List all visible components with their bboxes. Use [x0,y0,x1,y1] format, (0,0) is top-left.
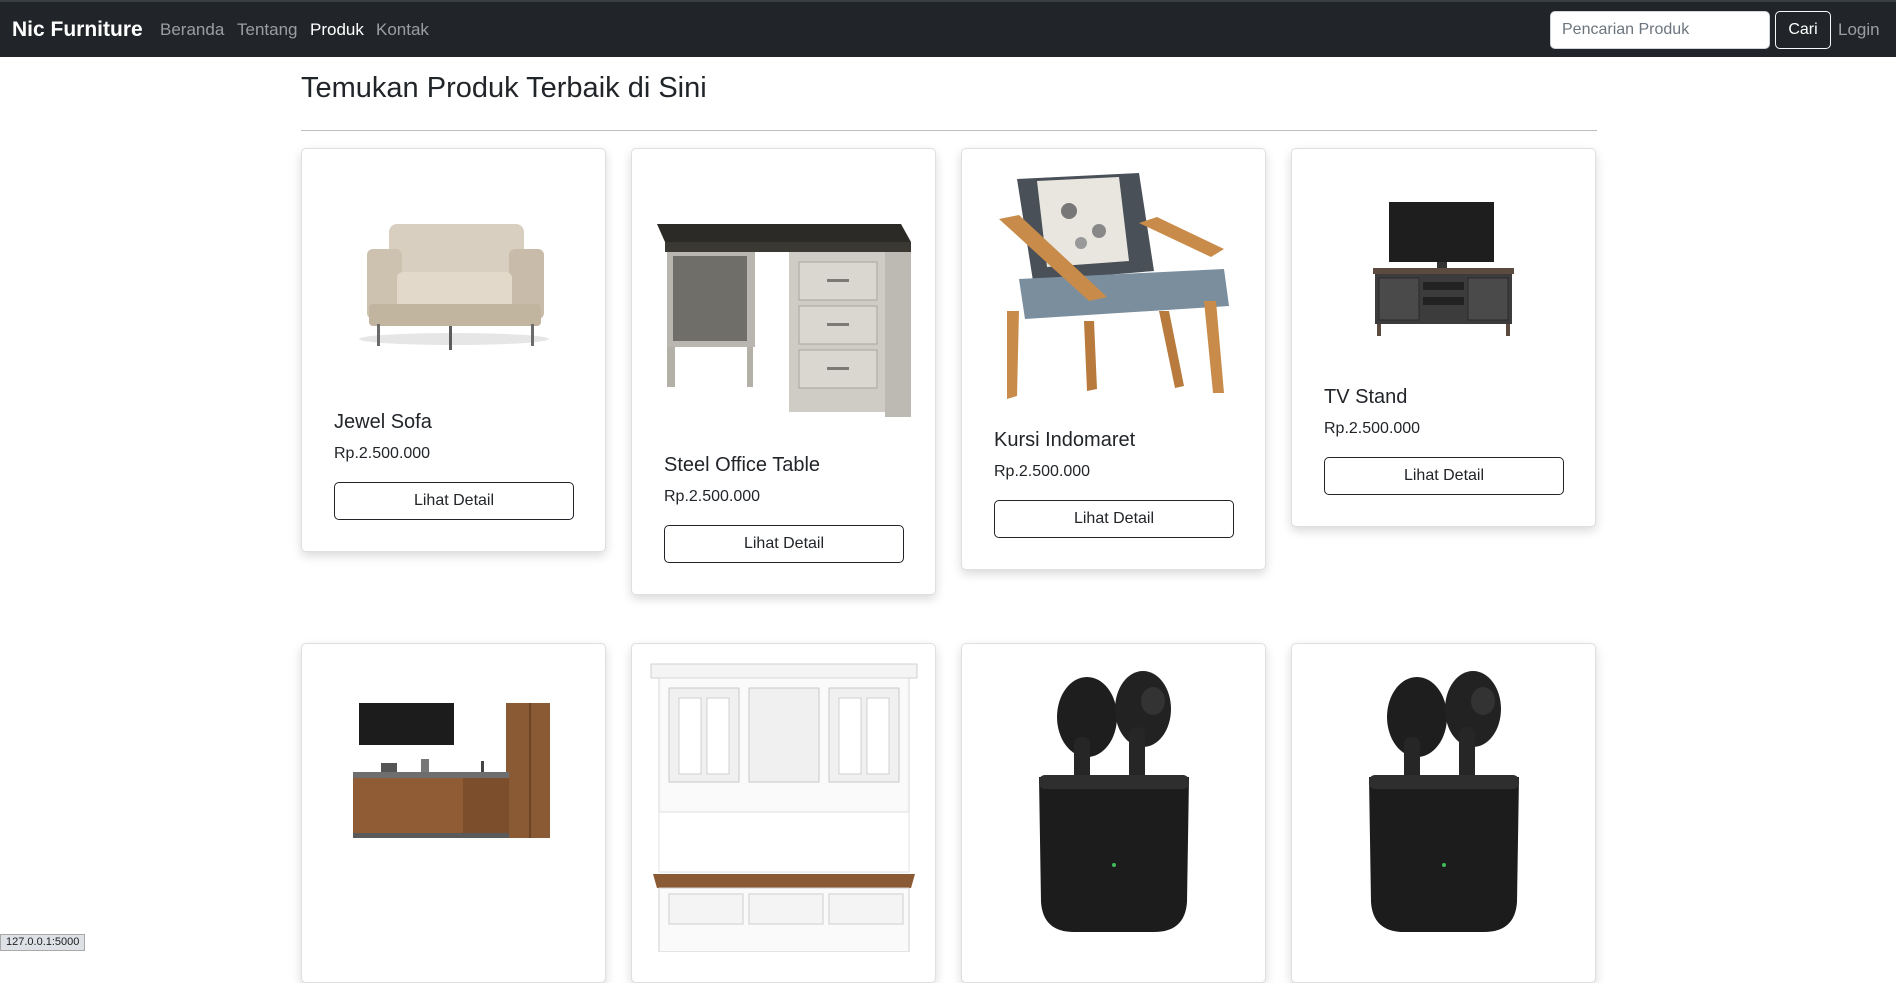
office-table-image [648,199,919,424]
nav-link-kontak[interactable]: Kontak [376,20,429,40]
sofa-image [318,179,589,379]
view-detail-button[interactable]: Lihat Detail [994,500,1234,538]
product-name: Kursi Indomaret [994,429,1136,451]
view-detail-button[interactable]: Lihat Detail [664,525,904,563]
product-name: Jewel Sofa [334,411,432,433]
product-card: Steel Office Table Rp.2.500.000 Lihat De… [631,148,936,595]
product-card: Kursi Indomaret Rp.2.500.000 Lihat Detai… [961,148,1266,570]
product-card: Jewel Sofa Rp.2.500.000 Lihat Detail [301,148,606,552]
earbuds-image [978,662,1249,942]
product-price: Rp.2.500.000 [334,445,431,462]
view-detail-button[interactable]: Lihat Detail [334,482,574,520]
product-card [961,643,1266,983]
nav-link-tentang[interactable]: Tentang [237,20,298,40]
earbuds-image [1308,662,1579,942]
product-card [1291,643,1596,983]
title-divider [301,130,1597,131]
product-card: TV Stand Rp.2.500.000 Lihat Detail [1291,148,1596,527]
navbar: Nic Furniture Beranda Tentang Produk Kon… [0,0,1896,57]
product-name: TV Stand [1324,386,1408,408]
product-price: Rp.2.500.000 [664,488,761,505]
nav-link-produk[interactable]: Produk [310,20,364,40]
login-link[interactable]: Login [1838,20,1880,40]
brand-link[interactable]: Nic Furniture [12,18,143,42]
search-button[interactable]: Cari [1775,11,1831,49]
product-card [301,643,606,983]
product-card [631,643,936,983]
view-detail-button[interactable]: Lihat Detail [1324,457,1564,495]
kitchen-set-image [318,689,589,849]
cabinet-image [648,662,919,952]
tv-stand-image [1308,179,1579,354]
product-name: Steel Office Table [664,454,821,476]
product-price: Rp.2.500.000 [1324,420,1421,437]
page-title: Temukan Produk Terbaik di Sini [301,72,707,104]
nav-link-beranda[interactable]: Beranda [160,20,224,40]
armchair-image [978,171,1249,403]
status-bar-url: 127.0.0.1:5000 [0,934,86,951]
product-price: Rp.2.500.000 [994,463,1091,480]
search-input[interactable] [1550,11,1770,49]
